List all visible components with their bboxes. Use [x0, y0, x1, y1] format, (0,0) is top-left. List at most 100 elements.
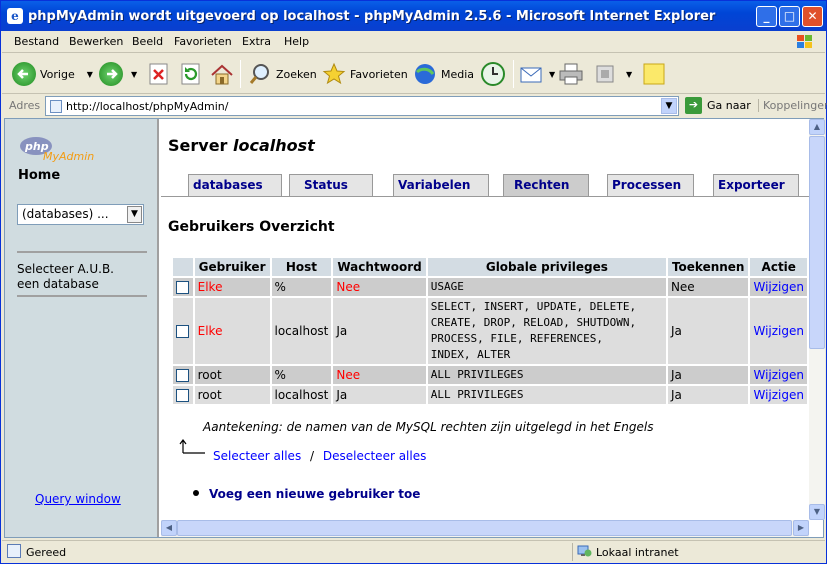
edit-button[interactable]: ▼: [594, 60, 632, 88]
forward-button[interactable]: ▼: [99, 60, 137, 88]
forward-arrow-icon: [99, 62, 123, 86]
password-cell: Nee: [333, 366, 426, 384]
go-arrow-icon[interactable]: ➔: [685, 97, 702, 114]
refresh-icon: [181, 63, 200, 85]
arrow-ltr-icon: [179, 439, 205, 454]
menu-beeld[interactable]: Beeld: [132, 35, 163, 48]
history-button[interactable]: [480, 60, 506, 88]
user-cell: root: [194, 386, 270, 404]
favorites-button[interactable]: Favorieten: [322, 60, 408, 88]
svg-text:MyAdmin: MyAdmin: [43, 150, 94, 163]
address-dropdown-icon[interactable]: ▼: [661, 98, 677, 114]
tab-rechten[interactable]: Rechten: [503, 174, 589, 197]
address-bar: Adres http://localhost/phpMyAdmin/ ▼ ➔ G…: [2, 95, 827, 117]
select-all-link[interactable]: Selecteer alles: [213, 449, 301, 463]
close-button[interactable]: ✕: [802, 6, 823, 27]
media-icon: [415, 64, 435, 84]
mail-dropdown-icon[interactable]: ▼: [549, 70, 555, 79]
tab-underline: [161, 196, 809, 197]
column-header: Gebruiker: [194, 258, 270, 276]
row-checkbox[interactable]: [176, 325, 190, 338]
mail-button[interactable]: ▼: [519, 60, 555, 88]
column-select: [173, 258, 193, 276]
table-row: root % Nee ALL PRIVILEGES Ja Wijzigen: [173, 366, 807, 384]
tab-processen[interactable]: Processen: [607, 174, 694, 197]
scroll-thumb[interactable]: [809, 136, 825, 349]
search-label: Zoeken: [276, 67, 317, 81]
row-checkbox[interactable]: [176, 369, 190, 382]
left-divider: [17, 251, 147, 253]
row-checkbox[interactable]: [176, 389, 190, 402]
status-text: Gereed: [26, 546, 67, 559]
home-link[interactable]: Home: [18, 168, 60, 183]
user-cell: Elke: [194, 298, 270, 364]
database-select-value: (databases) ...: [22, 207, 109, 221]
menu-extra[interactable]: Extra: [242, 35, 271, 48]
address-url[interactable]: http://localhost/phpMyAdmin/: [66, 100, 228, 113]
links-button[interactable]: Koppelingen: [758, 99, 827, 112]
mail-icon: [520, 67, 542, 83]
column-header: Host: [271, 258, 332, 276]
edit-link[interactable]: Wijzigen: [750, 366, 807, 384]
refresh-button[interactable]: [181, 60, 201, 88]
users-overview-title: Gebruikers Overzicht: [168, 219, 335, 235]
password-cell: Nee: [333, 278, 426, 296]
host-cell: %: [271, 366, 332, 384]
menu-help[interactable]: Help: [284, 35, 309, 48]
back-button[interactable]: Vorige ▼: [12, 60, 93, 88]
column-header: Toekennen: [667, 258, 749, 276]
left-frame: php MyAdmin Home (databases) ... ▼ Selec…: [5, 119, 159, 537]
address-input[interactable]: http://localhost/phpMyAdmin/ ▼: [45, 96, 679, 116]
scroll-right-icon[interactable]: ▶: [793, 520, 809, 536]
back-dropdown-icon[interactable]: ▼: [87, 70, 93, 79]
edit-link[interactable]: Wijzigen: [750, 386, 807, 404]
forward-dropdown-icon[interactable]: ▼: [131, 70, 137, 79]
tab-variabelen[interactable]: Variabelen: [393, 174, 489, 197]
add-user-link[interactable]: Voeg een nieuwe gebruiker toe: [209, 487, 420, 501]
address-label: Adres: [9, 99, 41, 112]
print-button[interactable]: [558, 60, 584, 88]
edit-link[interactable]: Wijzigen: [750, 298, 807, 364]
maximize-button[interactable]: □: [779, 6, 800, 27]
horizontal-scrollbar[interactable]: ◀ ▶: [161, 520, 809, 537]
menu-bewerken[interactable]: Bewerken: [69, 35, 123, 48]
main-frame: Server localhost databases Status Variab…: [161, 119, 809, 520]
note-icon: [643, 63, 665, 85]
privileges-cell: SELECT, INSERT, UPDATE, DELETE, CREATE, …: [427, 298, 666, 364]
edit-dropdown-icon[interactable]: ▼: [626, 70, 632, 79]
edit-link[interactable]: Wijzigen: [750, 278, 807, 296]
privileges-note: Aantekening: de namen van de MySQL recht…: [203, 420, 654, 434]
column-header: Globale privileges: [427, 258, 666, 276]
messenger-button[interactable]: [642, 60, 666, 88]
scroll-up-icon[interactable]: ▲: [809, 119, 825, 135]
minimize-button[interactable]: _: [756, 6, 777, 27]
tab-exporteer[interactable]: Exporteer: [713, 174, 799, 197]
vertical-scrollbar[interactable]: ▲ ▼: [809, 119, 825, 520]
phpmyadmin-logo[interactable]: php MyAdmin: [19, 135, 109, 165]
scroll-down-icon[interactable]: ▼: [809, 504, 825, 520]
chevron-down-icon[interactable]: ▼: [127, 206, 142, 223]
go-button[interactable]: Ga naar: [707, 99, 751, 112]
media-button[interactable]: Media: [413, 60, 474, 88]
table-row: Elke % Nee USAGE Nee Wijzigen: [173, 278, 807, 296]
menu-favorieten[interactable]: Favorieten: [174, 35, 232, 48]
row-checkbox[interactable]: [176, 281, 190, 294]
scroll-left-icon[interactable]: ◀: [161, 520, 177, 536]
home-button[interactable]: [210, 60, 234, 88]
star-icon: [322, 62, 346, 85]
tab-status[interactable]: Status: [289, 174, 373, 197]
query-window-link[interactable]: Query window: [35, 492, 121, 506]
stop-button[interactable]: [149, 60, 169, 88]
grant-cell: Ja: [667, 366, 749, 384]
horizontal-scroll-thumb[interactable]: [177, 520, 792, 536]
page-title: Server localhost: [168, 136, 315, 155]
tab-databases[interactable]: databases: [188, 174, 282, 197]
left-divider-2: [17, 295, 147, 297]
table-header: Gebruiker Host Wachtwoord Globale privil…: [173, 258, 807, 276]
deselect-all-link[interactable]: Deselecteer alles: [323, 449, 426, 463]
column-header: Actie: [750, 258, 807, 276]
database-select[interactable]: (databases) ... ▼: [17, 204, 144, 225]
search-button[interactable]: Zoeken: [248, 60, 317, 88]
password-cell: Ja: [333, 298, 426, 364]
menu-bestand[interactable]: Bestand: [14, 35, 59, 48]
